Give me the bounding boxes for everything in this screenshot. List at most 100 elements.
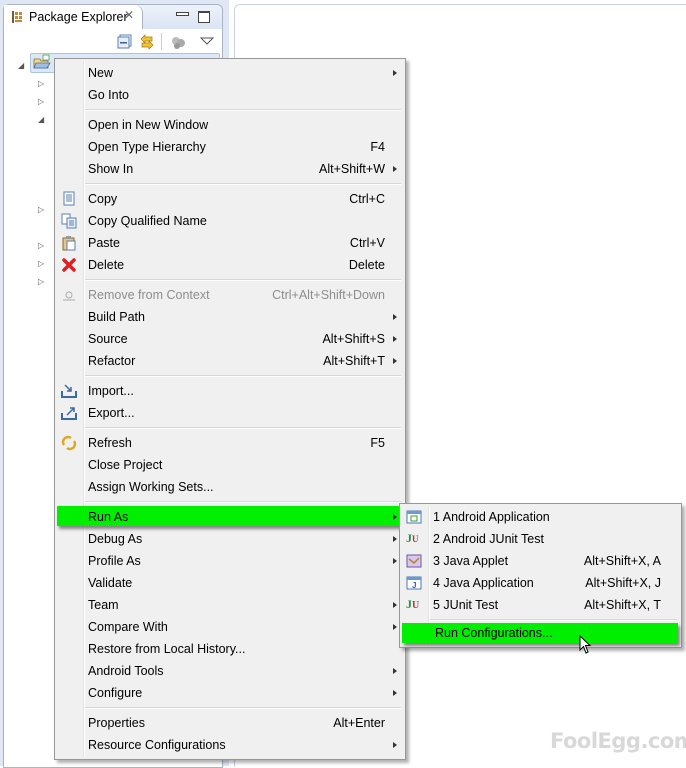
submenu-arrow-icon [393,70,397,76]
menu-item-label: Properties [88,716,145,730]
menu-item-label: Configure [88,686,143,700]
menu-item-team[interactable]: Team [55,594,405,616]
menu-item-label: New [88,66,114,80]
menu-item-export[interactable]: Export... [55,402,405,424]
copy-icon [63,191,75,206]
menu-item-label: 5 JUnit Test [433,598,499,612]
menu-item-paste[interactable]: Paste Ctrl+V [55,232,405,254]
android-application-icon [406,510,422,524]
collapsed-arrow-icon[interactable]: ▷ [38,97,44,106]
submenu-item-android-application[interactable]: 1 Android Application [400,506,681,528]
menu-item-copy[interactable]: Copy Ctrl+C [55,188,405,210]
menu-item-label: Refactor [88,354,136,368]
java-application-icon: J [406,576,422,590]
menu-item-label: Copy Qualified Name [88,214,207,228]
menu-item-source[interactable]: Source Alt+Shift+S [55,328,405,350]
collapsed-arrow-icon[interactable]: ▷ [38,259,44,268]
submenu-item-java-application[interactable]: J 4 Java Application Alt+Shift+X, J [400,572,681,594]
junit-icon: JU [406,597,420,611]
menu-item-open-in-new-window[interactable]: Open in New Window [55,114,405,136]
submenu-item-junit-test[interactable]: JU 5 JUnit Test Alt+Shift+X, T [400,594,681,616]
copy-qualified-name-icon [61,213,77,229]
close-icon[interactable]: ✕ [124,8,134,22]
expanded-arrow-icon[interactable]: ◢ [38,115,44,124]
submenu-arrow-icon [393,336,397,342]
menu-item-close-project[interactable]: Close Project [55,454,405,476]
menu-item-properties[interactable]: Properties Alt+Enter [55,712,405,734]
maximize-icon[interactable] [198,11,210,23]
menu-item-resource-configurations[interactable]: Resource Configurations [55,734,405,756]
menu-separator [85,183,401,185]
minimize-icon[interactable] [176,12,189,16]
menu-item-label: Show In [88,162,134,176]
menu-separator [85,707,401,709]
menu-item-new[interactable]: New [55,62,405,84]
submenu-arrow-icon [393,314,397,320]
menu-item-label: Assign Working Sets... [88,480,214,494]
menu-item-label: Build Path [88,310,145,324]
menu-item-import[interactable]: Import... [55,380,405,402]
menu-item-label: Run As [88,510,129,524]
submenu-item-run-configurations[interactable]: Run Configurations... [400,623,681,645]
menu-item-show-in[interactable]: Show In Alt+Shift+W [55,158,405,180]
menu-item-copy-qualified-name[interactable]: Copy Qualified Name [55,210,405,232]
menu-item-shortcut: Alt+Shift+X, A [583,554,661,568]
menu-item-label: Copy [88,192,118,206]
submenu-arrow-icon [393,358,397,364]
view-menu-icon[interactable] [199,34,215,50]
menu-item-refactor[interactable]: Refactor Alt+Shift+T [55,350,405,372]
menu-item-profile-as[interactable]: Profile As [55,550,405,572]
menu-item-shortcut: Ctrl+V [349,236,385,250]
submenu-arrow-icon [393,558,397,564]
panel-title: Package Explorer [29,10,128,24]
menu-item-label: Source [88,332,128,346]
menu-item-shortcut: F5 [370,436,385,450]
menu-item-label: Open in New Window [88,118,209,132]
submenu-item-android-junit-test[interactable]: JU 2 Android JUnit Test [400,528,681,550]
submenu-arrow-icon [393,742,397,748]
android-project-folder-icon [33,54,51,69]
menu-item-shortcut: Ctrl+C [349,192,385,206]
menu-separator [85,109,401,111]
collapsed-arrow-icon[interactable]: ▷ [38,241,44,250]
menu-item-android-tools[interactable]: Android Tools [55,660,405,682]
focus-icon[interactable] [170,34,186,50]
package-explorer-icon [12,11,22,23]
menu-separator [85,279,401,281]
collapsed-arrow-icon[interactable]: ▷ [38,205,44,214]
menu-item-compare-with[interactable]: Compare With [55,616,405,638]
menu-item-restore-from-local-history[interactable]: Restore from Local History... [55,638,405,660]
collapse-all-icon[interactable] [117,34,133,50]
menu-separator [85,375,401,377]
menu-item-label: Remove from Context [88,288,210,302]
context-menu: New Go Into Open in New Window Open Type… [54,58,406,760]
menu-item-open-type-hierarchy[interactable]: Open Type Hierarchy F4 [55,136,405,158]
collapsed-arrow-icon[interactable]: ▷ [38,277,44,286]
svg-text:J: J [412,581,416,590]
menu-item-label: Validate [88,576,133,590]
panel-toolbar [4,29,222,55]
menu-item-build-path[interactable]: Build Path [55,306,405,328]
package-explorer-tab[interactable]: Package Explorer ✕ [4,5,143,29]
menu-item-run-as[interactable]: Run As [55,506,405,528]
menu-item-shortcut: Alt+Enter [333,716,385,730]
menu-item-label: Open Type Hierarchy [88,140,206,154]
menu-item-go-into[interactable]: Go Into [55,84,405,106]
menu-item-configure[interactable]: Configure [55,682,405,704]
submenu-item-java-applet[interactable]: 3 Java Applet Alt+Shift+X, A [400,550,681,572]
menu-item-assign-working-sets[interactable]: Assign Working Sets... [55,476,405,498]
submenu-arrow-icon [393,624,397,630]
menu-item-validate[interactable]: Validate [55,572,405,594]
menu-item-debug-as[interactable]: Debug As [55,528,405,550]
menu-item-label: Go Into [88,88,129,102]
submenu-arrow-icon [393,514,397,520]
menu-item-label: Delete [88,258,125,272]
collapsed-arrow-icon[interactable]: ▷ [38,79,44,88]
submenu-arrow-icon [393,602,397,608]
menu-item-delete[interactable]: Delete Delete [55,254,405,276]
menu-item-refresh[interactable]: Refresh F5 [55,432,405,454]
import-icon [61,384,77,398]
menu-item-label: Team [88,598,119,612]
link-with-editor-icon[interactable] [139,34,155,50]
expanded-arrow-icon[interactable]: ◢ [18,61,24,70]
